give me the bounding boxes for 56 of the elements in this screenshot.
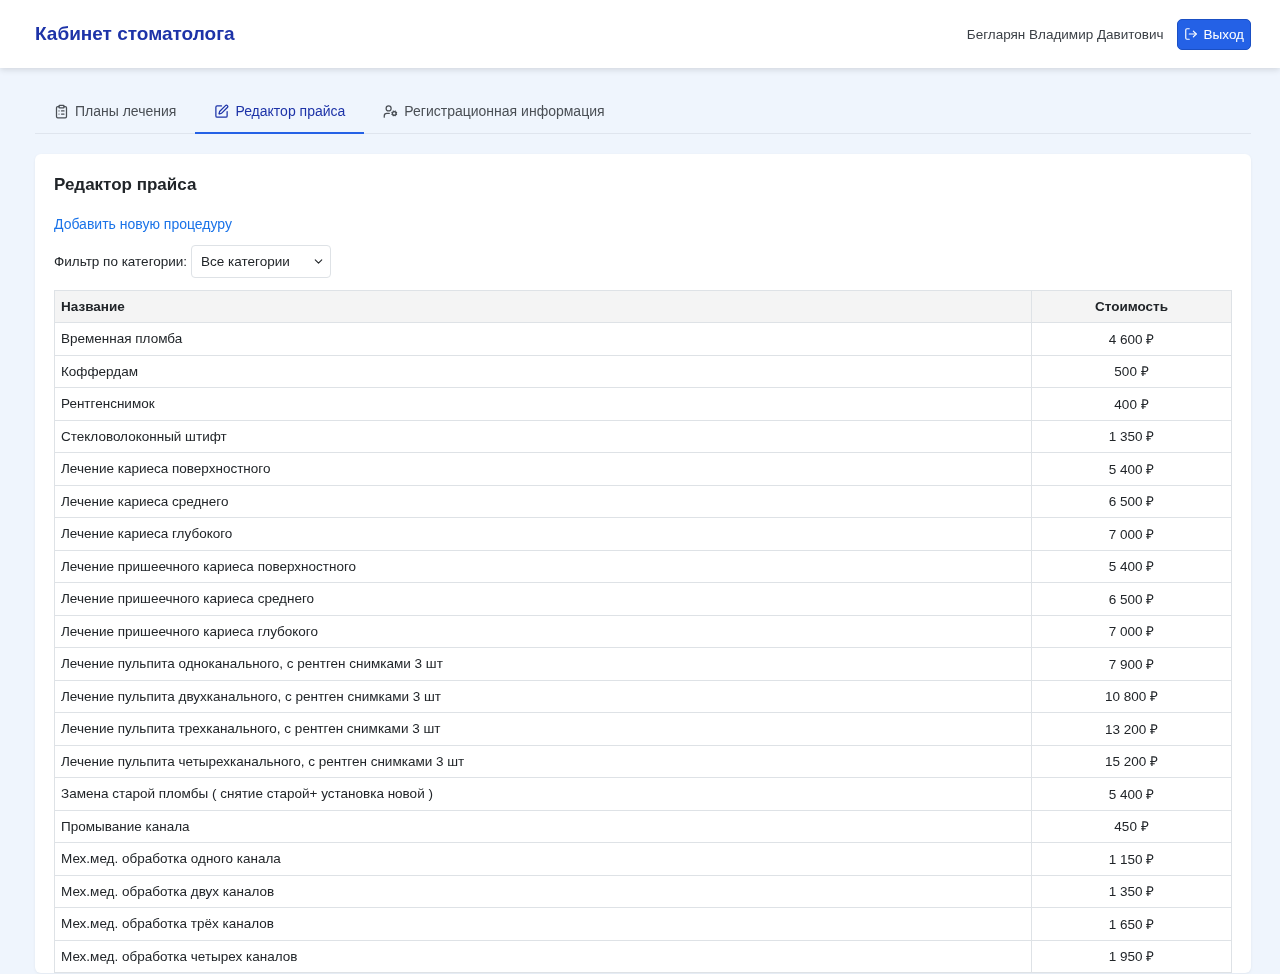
column-header: Название — [54, 290, 1032, 323]
procedure-cell: Мех.мед. обработка четырех каналов — [54, 940, 1032, 973]
price-cell: 4 600 ₽ — [1031, 322, 1232, 355]
price-cell: 400 ₽ — [1031, 387, 1232, 420]
procedure-cell: Мех.мед. обработка одного канала — [54, 842, 1032, 875]
price-cell: 1 350 ₽ — [1031, 420, 1232, 453]
procedure-cell: Промывание канала — [54, 810, 1032, 843]
procedure-cell: Лечение кариеса поверхностного — [54, 452, 1032, 485]
tab[interactable]: Планы лечения — [35, 90, 196, 134]
price-cell: 7 000 ₽ — [1031, 615, 1232, 648]
price-cell: 1 150 ₽ — [1031, 842, 1232, 875]
edit-icon — [214, 103, 230, 119]
price-cell: 1 950 ₽ — [1031, 940, 1232, 973]
user-gear-icon — [383, 103, 399, 119]
procedure-cell: Стекловолоконный штифт — [54, 420, 1032, 453]
procedure-cell: Мех.мед. обработка двух каналов — [54, 875, 1032, 908]
price-cell: 5 400 ₽ — [1031, 452, 1232, 485]
tab[interactable]: Редактор прайса — [195, 90, 365, 134]
price-cell: 1 350 ₽ — [1031, 875, 1232, 908]
price-cell: 7 900 ₽ — [1031, 647, 1232, 680]
price-cell: 10 800 ₽ — [1031, 680, 1232, 713]
price-cell: 5 400 ₽ — [1031, 777, 1232, 810]
price-cell: 15 200 ₽ — [1031, 745, 1232, 778]
price-cell: 7 000 ₽ — [1031, 517, 1232, 550]
procedure-cell: Лечение пришеечного кариеса поверхностного — [54, 550, 1032, 583]
procedure-cell: Коффердам — [54, 355, 1032, 388]
tab[interactable]: Регистрационная информация — [364, 90, 624, 134]
procedure-cell: Лечение пульпита трехканального, с рентген снимками 3 шт — [54, 712, 1032, 745]
procedure-cell: Лечение пришеечного кариеса глубокого — [54, 615, 1032, 648]
price-cell: 500 ₽ — [1031, 355, 1232, 388]
app-title: Кабинет стоматолога — [35, 23, 235, 45]
procedure-cell: Лечение кариеса глубокого — [54, 517, 1032, 550]
add-procedure-link[interactable]: Добавить новую процедуру — [54, 216, 232, 232]
column-header: Стоимость — [1031, 290, 1232, 323]
card-title: Редактор прайса — [54, 175, 198, 195]
price-cell: 1 650 ₽ — [1031, 907, 1232, 940]
procedure-cell: Лечение пульпита двухканального, с рентген снимками 3 шт — [54, 680, 1032, 713]
logout-icon — [1183, 27, 1198, 41]
price-cell: 6 500 ₽ — [1031, 582, 1232, 615]
procedure-cell: Рентгенснимок — [54, 387, 1032, 420]
procedure-cell: Лечение пульпита четырехканального, с рентген снимками 3 шт — [54, 745, 1032, 778]
procedure-cell: Лечение кариеса среднего — [54, 485, 1032, 518]
clipboard-icon — [54, 103, 69, 119]
procedure-cell: Временная пломба — [54, 322, 1032, 355]
logout-button[interactable]: Выход — [1176, 18, 1251, 50]
procedure-cell: Замена старой пломбы ( снятие старой+ установка новой ) — [54, 777, 1032, 810]
procedure-cell: Лечение пришеечного кариеса среднего — [54, 582, 1032, 615]
procedure-cell: Мех.мед. обработка трёх каналов — [54, 907, 1032, 940]
price-cell: 5 400 ₽ — [1031, 550, 1232, 583]
price-cell: 6 500 ₽ — [1031, 485, 1232, 518]
price-cell: 13 200 ₽ — [1031, 712, 1232, 745]
price-cell: 450 ₽ — [1031, 810, 1232, 843]
user-name: Бегларян Владимир Давитович — [966, 26, 1164, 42]
category-select[interactable]: Все категории — [191, 245, 331, 278]
procedure-cell: Лечение пульпита одноканального, с рентген снимками 3 шт — [54, 647, 1032, 680]
filter-label: Фильтр по категории: — [54, 254, 188, 269]
